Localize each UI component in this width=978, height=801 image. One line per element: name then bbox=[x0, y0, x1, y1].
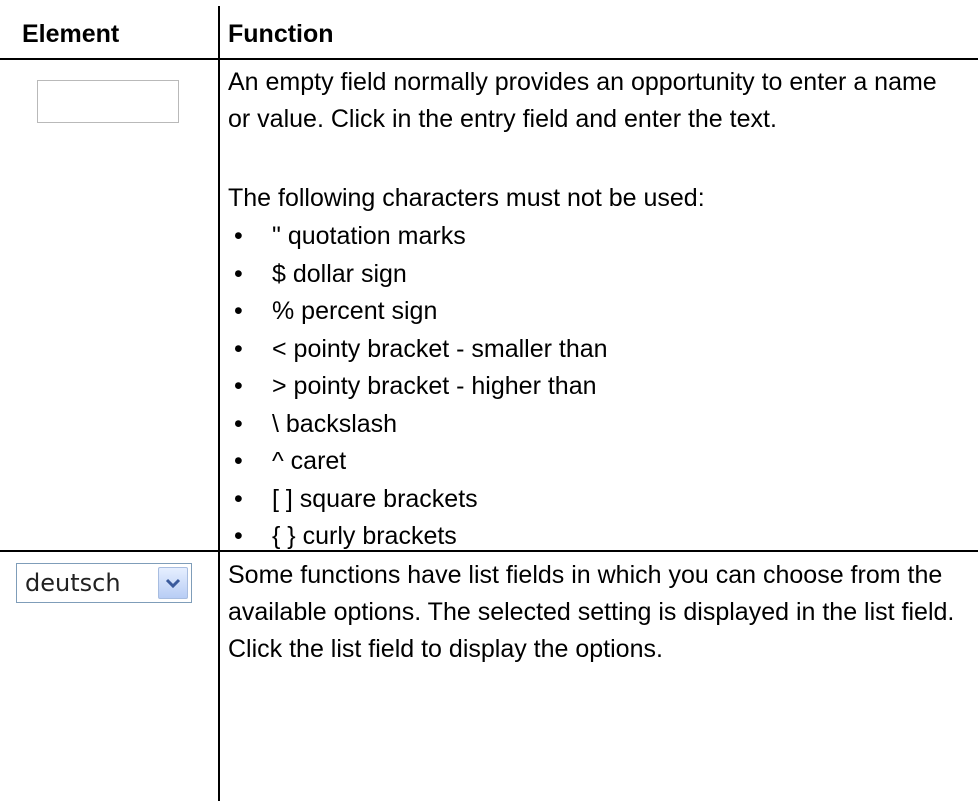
dropdown-button[interactable] bbox=[158, 567, 188, 599]
language-select-value: deutsch bbox=[25, 569, 121, 597]
list-item: $ dollar sign bbox=[228, 256, 608, 294]
column-header-function: Function bbox=[228, 20, 334, 48]
list-item: { } curly brackets bbox=[228, 518, 608, 556]
language-select[interactable]: deutsch bbox=[16, 563, 192, 603]
entry-field-description: An empty field normally provides an oppo… bbox=[228, 68, 937, 133]
list-item: % percent sign bbox=[228, 293, 608, 331]
list-item: [ ] square brackets bbox=[228, 481, 608, 519]
chevron-down-icon bbox=[165, 578, 181, 589]
forbidden-characters-list: " quotation marks $ dollar sign % percen… bbox=[228, 218, 608, 556]
list-item: > pointy bracket - higher than bbox=[228, 368, 608, 406]
column-header-element: Element bbox=[22, 20, 120, 48]
list-field-description: Some functions have list fields in which… bbox=[228, 561, 955, 663]
list-item: < pointy bracket - smaller than bbox=[228, 331, 608, 369]
column-divider bbox=[218, 6, 220, 801]
list-item: ^ caret bbox=[228, 443, 608, 481]
header-rule bbox=[0, 58, 978, 60]
list-item: \ backslash bbox=[228, 406, 608, 444]
forbidden-characters-intro: The following characters must not be use… bbox=[228, 184, 705, 212]
list-item: " quotation marks bbox=[228, 218, 608, 256]
entry-field-example[interactable] bbox=[37, 80, 179, 123]
